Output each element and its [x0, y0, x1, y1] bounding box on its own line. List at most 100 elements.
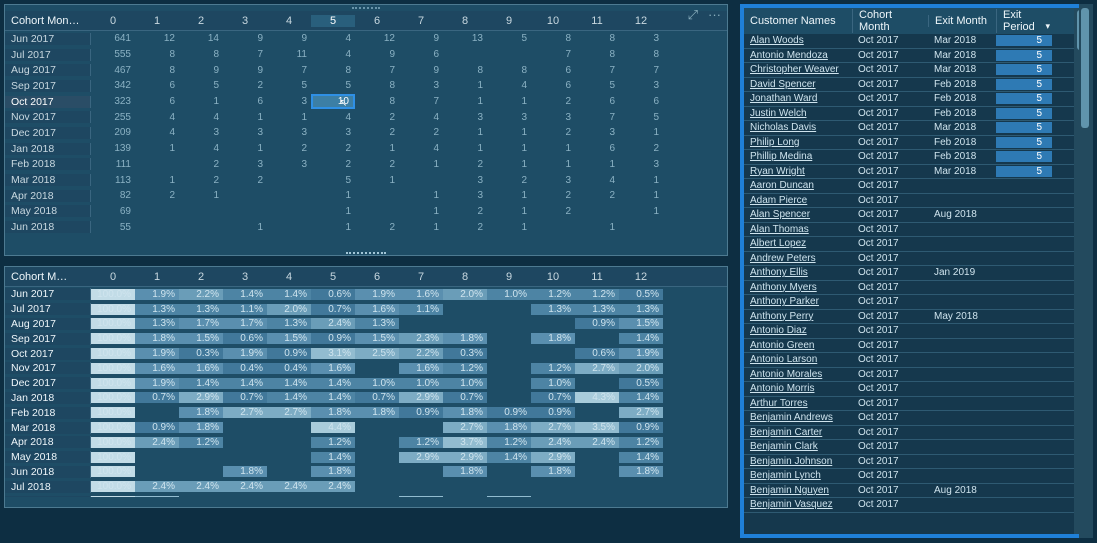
- cell[interactable]: 4: [399, 143, 443, 154]
- cell[interactable]: 2.0%: [619, 363, 663, 374]
- col-header[interactable]: 0: [91, 271, 135, 283]
- cell[interactable]: 1.4%: [619, 333, 663, 344]
- cell[interactable]: 2.4%: [223, 481, 267, 492]
- cell[interactable]: 3: [619, 159, 663, 170]
- row-label[interactable]: Mar 2018: [5, 174, 91, 186]
- cell[interactable]: 3: [267, 159, 311, 170]
- col-header[interactable]: 4: [267, 15, 311, 27]
- table-row[interactable]: Oct 2017323616310↖8711266: [5, 94, 727, 110]
- cell[interactable]: 100.0%: [91, 496, 135, 497]
- col-header[interactable]: 1: [135, 15, 179, 27]
- cell[interactable]: 3: [575, 127, 619, 138]
- cell[interactable]: 100.0%: [91, 481, 135, 492]
- cell[interactable]: 2: [355, 127, 399, 138]
- cell[interactable]: 0.3%: [443, 348, 487, 359]
- table-row[interactable]: Benjamin LynchOct 2017: [744, 469, 1086, 484]
- cell[interactable]: 1: [223, 112, 267, 123]
- customer-table-body[interactable]: Alan WoodsOct 2017Mar 20185Antonio Mendo…: [744, 34, 1086, 532]
- cohort-count-matrix[interactable]: ⤢ ··· Cohort Mon… 0123456789101112 Jun 2…: [4, 4, 728, 256]
- cell[interactable]: 2.4%: [311, 481, 355, 492]
- cell[interactable]: 3.2%: [399, 496, 443, 497]
- col-header[interactable]: 3: [223, 271, 267, 283]
- cell[interactable]: 2.4%: [179, 481, 223, 492]
- row-label[interactable]: Apr 2018: [5, 190, 91, 202]
- cell[interactable]: 1.8%: [179, 407, 223, 418]
- cell[interactable]: 2: [531, 190, 575, 201]
- cell[interactable]: 1.2%: [575, 289, 619, 300]
- cell[interactable]: 8: [311, 65, 355, 76]
- cell[interactable]: 1: [311, 222, 355, 233]
- cell[interactable]: 1: [399, 222, 443, 233]
- cell[interactable]: 3.7%: [443, 437, 487, 448]
- table-row[interactable]: Jul 2017100.0%1.3%1.3%1.1%2.0%0.7%1.6%1.…: [5, 302, 727, 317]
- cell[interactable]: 5: [267, 80, 311, 91]
- cell[interactable]: 1.4%: [311, 452, 355, 463]
- col-header[interactable]: 3: [223, 15, 267, 27]
- cell[interactable]: 1.6%: [311, 363, 355, 374]
- cell[interactable]: 2.4%: [135, 437, 179, 448]
- outer-scrollbar[interactable]: [1079, 4, 1093, 538]
- cell[interactable]: 0.7%: [355, 392, 399, 403]
- cell[interactable]: 1.3%: [619, 304, 663, 315]
- table-row[interactable]: Sep 2017100.0%1.8%1.5%0.6%1.5%0.9%1.5%2.…: [5, 331, 727, 346]
- row-label[interactable]: Feb 2018: [5, 158, 91, 170]
- cohort-pct-matrix[interactable]: Cohort M… 0123456789101112 Jun 2017100.0…: [4, 266, 728, 508]
- cell[interactable]: 1.9%: [355, 289, 399, 300]
- cell[interactable]: 255: [91, 112, 135, 123]
- cell[interactable]: 1.9%: [135, 289, 179, 300]
- hdr-exit-period[interactable]: Exit Period: [996, 9, 1052, 33]
- cell[interactable]: 9: [179, 65, 223, 76]
- row-label[interactable]: Apr 2018: [5, 436, 91, 448]
- cell[interactable]: 342: [91, 80, 135, 91]
- cell[interactable]: 0.7%: [443, 392, 487, 403]
- row-label[interactable]: Aug 2017: [5, 318, 91, 330]
- table-row[interactable]: Christopher WeaverOct 2017Mar 20185: [744, 63, 1086, 78]
- cell[interactable]: 3: [399, 80, 443, 91]
- cell[interactable]: 0.6%: [311, 289, 355, 300]
- cell[interactable]: 2: [443, 159, 487, 170]
- cell[interactable]: 1: [531, 159, 575, 170]
- cell[interactable]: 9: [223, 65, 267, 76]
- cell[interactable]: 3.2%: [487, 496, 531, 497]
- cell[interactable]: 4: [311, 33, 355, 44]
- row-label[interactable]: May 2018: [5, 205, 91, 217]
- cell[interactable]: 3: [223, 127, 267, 138]
- table-row[interactable]: Antonio GreenOct 2017: [744, 339, 1086, 354]
- row-label[interactable]: Jun 2018: [5, 221, 91, 233]
- cell[interactable]: 4: [179, 143, 223, 154]
- cell[interactable]: 1: [135, 175, 179, 186]
- table-row[interactable]: Oct 2017100.0%1.9%0.3%1.9%0.9%3.1%2.5%2.…: [5, 346, 727, 361]
- cell[interactable]: 11: [267, 49, 311, 60]
- cell[interactable]: 4.4%: [311, 422, 355, 433]
- table-row[interactable]: Aaron DuncanOct 2017: [744, 179, 1086, 194]
- cell[interactable]: 3: [619, 33, 663, 44]
- cell[interactable]: 7: [531, 49, 575, 60]
- cell[interactable]: 4: [135, 127, 179, 138]
- cell[interactable]: 6: [575, 96, 619, 107]
- cell[interactable]: 1: [487, 222, 531, 233]
- cell[interactable]: 323: [91, 96, 135, 107]
- cell[interactable]: 1.1%: [223, 304, 267, 315]
- table-row[interactable]: Antonio MendozaOct 2017Mar 20185: [744, 49, 1086, 64]
- cell[interactable]: 55: [91, 222, 135, 233]
- cell[interactable]: 1.9%: [135, 378, 179, 389]
- cell[interactable]: 1.2%: [531, 363, 575, 374]
- cell[interactable]: 1: [487, 96, 531, 107]
- cell[interactable]: 3: [267, 96, 311, 107]
- cell[interactable]: 7: [267, 65, 311, 76]
- table-row[interactable]: Alan WoodsOct 2017Mar 20185: [744, 34, 1086, 49]
- cell[interactable]: 1: [619, 190, 663, 201]
- col-header[interactable]: 10: [531, 15, 575, 27]
- table-row[interactable]: Philip LongOct 2017Feb 20185: [744, 136, 1086, 151]
- table-row[interactable]: Jun 20176411214994129135883: [5, 31, 727, 47]
- table-row[interactable]: Antonio MorrisOct 2017: [744, 382, 1086, 397]
- cell[interactable]: 113: [91, 175, 135, 186]
- cell[interactable]: 8: [575, 33, 619, 44]
- cell[interactable]: 1: [443, 143, 487, 154]
- cell[interactable]: 5: [619, 112, 663, 123]
- cell[interactable]: 1.8%: [531, 466, 575, 477]
- row-label[interactable]: Feb 2018: [5, 407, 91, 419]
- cell[interactable]: 9: [355, 49, 399, 60]
- cell[interactable]: 1: [135, 143, 179, 154]
- cell[interactable]: 8: [135, 65, 179, 76]
